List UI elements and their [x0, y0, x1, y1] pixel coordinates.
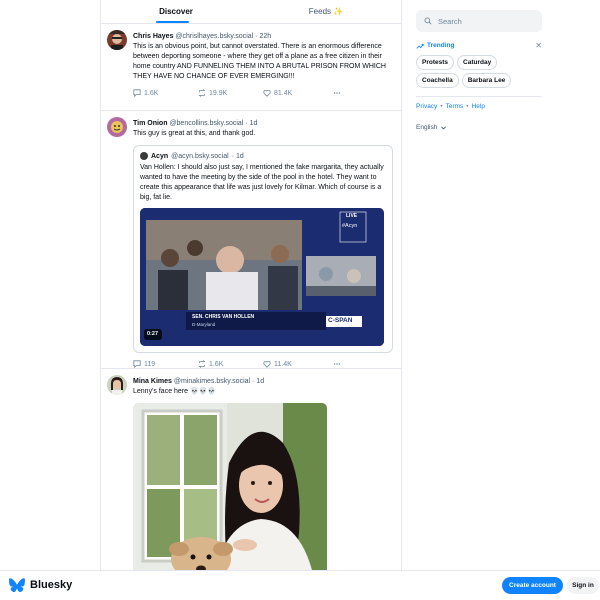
tab-discover[interactable]: Discover: [101, 0, 251, 23]
post-actions: 119 1.6K 11.4K: [133, 359, 393, 369]
post-actions: 1.6K 19.9K 81.4K: [133, 88, 393, 98]
avatar[interactable]: [107, 30, 127, 50]
post-header: Tim Onion @bencollins.bsky.social · 1d: [133, 119, 393, 128]
separator: •: [466, 103, 469, 110]
sign-in-button[interactable]: Sign in: [567, 577, 599, 594]
trending-icon: [416, 43, 424, 49]
chyron-name: SEN. CHRIS VAN HOLLEN: [192, 314, 255, 320]
trending-item[interactable]: Caturday: [457, 55, 498, 70]
language-value: English: [416, 124, 438, 131]
chevron-down-icon: [441, 126, 447, 130]
privacy-link[interactable]: Privacy: [416, 103, 437, 110]
quote-text: Van Hollen: I should also just say, I me…: [140, 164, 384, 201]
post-text: Lenny's face here 💀💀💀: [133, 388, 217, 395]
search-input[interactable]: Search: [416, 10, 542, 32]
quote-author: Acyn: [151, 152, 169, 160]
post-time: · 1d: [245, 120, 258, 127]
butterfly-logo-icon: [9, 578, 25, 592]
video-tag: #Acyn: [342, 223, 358, 229]
repost-button[interactable]: 19.9K: [198, 89, 263, 97]
feed-tabs: Discover Feeds ✨: [101, 0, 401, 24]
repost-count: 1.6K: [209, 360, 224, 368]
reply-button[interactable]: 119: [133, 360, 198, 368]
post-text: This is an obvious point, but cannot ove…: [133, 43, 386, 80]
brand[interactable]: Bluesky: [9, 578, 72, 592]
bottom-bar: Bluesky Create account Sign in: [0, 570, 600, 600]
like-count: 11.4K: [274, 360, 292, 368]
quote-handle: @acyn.bsky.social: [171, 152, 229, 160]
reply-count: 119: [144, 360, 156, 368]
reply-icon: [133, 360, 141, 368]
footer-links: Privacy • Terms • Help: [416, 103, 542, 110]
search-placeholder: Search: [438, 16, 462, 26]
help-link[interactable]: Help: [472, 103, 485, 110]
avatar[interactable]: [107, 117, 127, 137]
create-account-button[interactable]: Create account: [502, 577, 563, 594]
like-button[interactable]: 81.4K: [263, 89, 333, 97]
reply-button[interactable]: 1.6K: [133, 89, 198, 97]
trending-item[interactable]: Protests: [416, 55, 455, 70]
heart-icon: [263, 360, 271, 368]
trending-item[interactable]: Coachella: [416, 73, 459, 88]
divider: [416, 96, 542, 97]
post-author[interactable]: Mina Kimes: [133, 378, 172, 385]
post-text: This guy is great at this, and thank god…: [133, 130, 256, 137]
post-time: · 22h: [255, 33, 272, 40]
more-icon: [333, 92, 341, 94]
feed-column: Discover Feeds ✨ Chris Hayes @chrislhaye…: [100, 0, 402, 600]
post-handle[interactable]: @chrislhayes.bsky.social: [175, 33, 253, 40]
quote-time: · 1d: [231, 152, 244, 160]
repost-button[interactable]: 1.6K: [198, 360, 263, 368]
post-item[interactable]: Tim Onion @bencollins.bsky.social · 1d T…: [101, 111, 401, 369]
more-button[interactable]: [333, 89, 341, 97]
post-header: Mina Kimes @minakimes.bsky.social · 1d: [133, 377, 393, 386]
terms-link[interactable]: Terms: [446, 103, 464, 110]
post-time: · 1d: [252, 378, 265, 385]
avatar[interactable]: [107, 375, 127, 395]
more-button[interactable]: [333, 360, 341, 368]
trending-header: Trending ✕: [416, 41, 542, 50]
quote-header: Acyn @acyn.bsky.social · 1d: [140, 152, 386, 160]
post-handle[interactable]: @minakimes.bsky.social: [174, 378, 250, 385]
trending-item[interactable]: Barbara Lee: [461, 73, 512, 88]
post-item[interactable]: Chris Hayes @chrislhayes.bsky.social · 2…: [101, 24, 401, 111]
video-duration: 0:27: [147, 331, 159, 337]
brand-name: Bluesky: [30, 579, 73, 591]
language-select[interactable]: English: [416, 124, 542, 131]
network-logo: C-SPAN: [328, 317, 353, 324]
quote-avatar: [140, 152, 148, 160]
reply-count: 1.6K: [144, 89, 159, 97]
more-icon: [333, 363, 341, 365]
live-badge: LIVE: [346, 213, 358, 219]
search-icon: [424, 17, 432, 25]
quoted-post[interactable]: Acyn @acyn.bsky.social · 1d Van Hollen: …: [133, 145, 393, 353]
post-author[interactable]: Tim Onion: [133, 120, 167, 127]
repost-icon: [198, 360, 206, 368]
trending-list: Protests Caturday Coachella Barbara Lee: [416, 55, 542, 88]
right-sidebar: Search Trending ✕ Protests Caturday Coac…: [416, 0, 542, 131]
repost-icon: [198, 89, 206, 97]
heart-icon: [263, 89, 271, 97]
post-handle[interactable]: @bencollins.bsky.social: [169, 120, 243, 127]
post-item[interactable]: Mina Kimes @minakimes.bsky.social · 1d L…: [101, 369, 401, 600]
tab-feeds[interactable]: Feeds ✨: [251, 0, 401, 23]
repost-count: 19.9K: [209, 89, 228, 97]
post-header: Chris Hayes @chrislhayes.bsky.social · 2…: [133, 32, 393, 41]
like-count: 81.4K: [274, 89, 293, 97]
reply-icon: [133, 89, 141, 97]
video-player[interactable]: LIVE #Acyn SEN. CHRIS VAN HOLLEN D-Maryl…: [140, 208, 384, 346]
post-author[interactable]: Chris Hayes: [133, 33, 173, 40]
chyron-subtitle: D-Maryland: [192, 322, 216, 327]
separator: •: [440, 103, 443, 110]
post-image[interactable]: [133, 403, 327, 583]
trending-label: Trending: [427, 42, 455, 49]
like-button[interactable]: 11.4K: [263, 360, 333, 368]
close-icon[interactable]: ✕: [535, 41, 542, 50]
